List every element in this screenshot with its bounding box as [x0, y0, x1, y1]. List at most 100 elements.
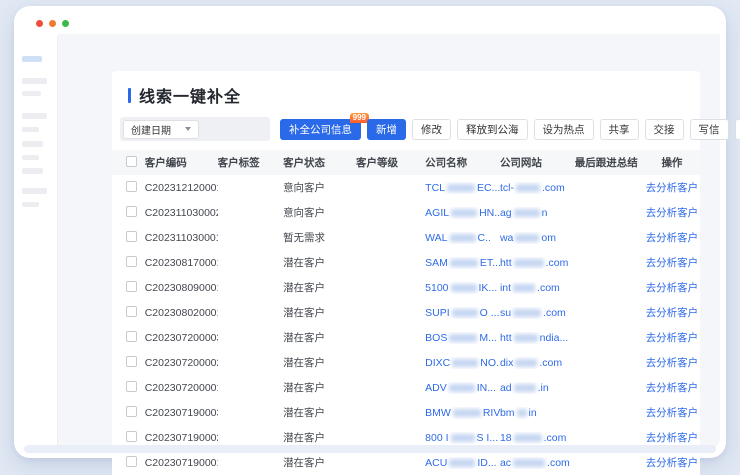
toolbar-button-set-hotspot[interactable]: 设为热点: [534, 119, 594, 140]
analyze-customer-link[interactable]: 去分析客户: [646, 282, 699, 294]
company-website-link[interactable]: ad.in: [500, 382, 549, 394]
row-checkbox[interactable]: [126, 356, 137, 367]
company-name-link[interactable]: AGILHN...: [425, 207, 500, 219]
company-website-link[interactable]: 18.com: [500, 432, 566, 444]
toolbar-button-handover[interactable]: 交接: [645, 119, 684, 140]
company-website-link[interactable]: dix.com: [500, 357, 562, 369]
row-checkbox[interactable]: [126, 406, 137, 417]
company-name-link[interactable]: TCLEC...: [425, 182, 500, 194]
company-name-link[interactable]: ADVIN...: [425, 382, 496, 394]
company-website-link[interactable]: bmin: [500, 407, 537, 419]
row-checkbox-cell: [126, 231, 145, 245]
sidebar-item[interactable]: [22, 113, 47, 119]
row-checkbox[interactable]: [126, 331, 137, 342]
company-website-cell: ac.com: [500, 457, 575, 469]
main-content-area: 线索一键补全 创建日期 补全公司信息999新增修改释放到公海设为热点共享交接写信…: [58, 34, 720, 450]
toolbar-button-complete-company-info[interactable]: 补全公司信息999: [280, 119, 361, 140]
company-website-link[interactable]: httndia...: [500, 332, 568, 344]
create-date-dropdown[interactable]: 创建日期: [123, 120, 199, 139]
sidebar-item[interactable]: [22, 78, 47, 84]
row-checkbox[interactable]: [126, 431, 137, 442]
analyze-customer-link[interactable]: 去分析客户: [646, 207, 699, 219]
company-website-link[interactable]: htt.com: [500, 257, 568, 269]
company-website-link[interactable]: su.com: [500, 307, 566, 319]
row-checkbox[interactable]: [126, 281, 137, 292]
company-name-link[interactable]: WALC..: [425, 232, 491, 244]
sidebar-item-active[interactable]: [22, 56, 42, 62]
redacted-text-prefix: int: [500, 282, 511, 294]
row-checkbox[interactable]: [126, 381, 137, 392]
row-checkbox[interactable]: [126, 256, 137, 267]
toolbar-button-release-to-public-sea[interactable]: 释放到公海: [457, 119, 528, 140]
toolbar-button-change-status[interactable]: 修改状态: [735, 119, 740, 140]
company-website-link[interactable]: int.com: [500, 282, 560, 294]
redacted-blur: [453, 409, 481, 417]
company-website-link[interactable]: waom: [500, 232, 556, 244]
redacted-text-prefix: SAM: [425, 257, 448, 269]
company-name-link[interactable]: BOSM...: [425, 332, 497, 344]
toolbar-buttons: 补全公司信息999新增修改释放到公海设为热点共享交接写信修改状态删除更多...: [280, 119, 740, 140]
row-checkbox[interactable]: [126, 231, 137, 242]
company-name-link[interactable]: 800 IS I...: [425, 432, 498, 444]
row-checkbox[interactable]: [126, 206, 137, 217]
toolbar-button-write-letter[interactable]: 写信: [690, 119, 729, 140]
company-name-link[interactable]: SAM ET...: [425, 257, 500, 269]
analyze-customer-link[interactable]: 去分析客户: [646, 357, 699, 369]
customer-status-cell: 潜在客户: [283, 255, 356, 270]
company-name-link[interactable]: SUPIO ...: [425, 307, 499, 319]
action-cell: 去分析客户: [644, 380, 700, 395]
sidebar-item[interactable]: [22, 127, 39, 132]
redacted-text-suffix: ET...: [480, 257, 500, 269]
analyze-customer-link[interactable]: 去分析客户: [646, 457, 699, 469]
analyze-customer-link[interactable]: 去分析客户: [646, 432, 699, 444]
redacted-blur: [514, 434, 542, 442]
close-window-dot-icon[interactable]: [36, 20, 43, 27]
sidebar-skeleton: [22, 56, 58, 207]
sidebar-item[interactable]: [22, 168, 43, 174]
analyze-customer-link[interactable]: 去分析客户: [646, 382, 699, 394]
company-website-link[interactable]: agn: [500, 207, 548, 219]
select-all-checkbox[interactable]: [126, 156, 137, 167]
sidebar-item[interactable]: [22, 91, 41, 96]
company-name-link[interactable]: ACUID...: [425, 457, 496, 469]
analyze-customer-link[interactable]: 去分析客户: [646, 182, 699, 194]
row-checkbox[interactable]: [126, 306, 137, 317]
sidebar-item[interactable]: [22, 141, 43, 147]
maximize-window-dot-icon[interactable]: [62, 20, 69, 27]
row-checkbox[interactable]: [126, 181, 137, 192]
redacted-text-suffix: n: [542, 207, 548, 219]
analyze-customer-link[interactable]: 去分析客户: [646, 307, 699, 319]
customer-code-cell: C202308170001: [145, 257, 218, 269]
toolbar-button-add[interactable]: 新增: [367, 119, 406, 140]
sidebar-item[interactable]: [22, 188, 47, 194]
toolbar-button-edit[interactable]: 修改: [412, 119, 451, 140]
table-header-row: 客户编码客户标签客户状态客户等级公司名称公司网站最后跟进总结操作: [112, 150, 700, 175]
title-accent-bar: [128, 88, 131, 103]
content-card: 线索一键补全 创建日期 补全公司信息999新增修改释放到公海设为热点共享交接写信…: [112, 71, 700, 475]
redacted-blur: [514, 334, 538, 342]
company-website-link[interactable]: ac.com: [500, 457, 570, 469]
company-name-link[interactable]: DIXCNO...: [425, 357, 500, 369]
company-name-link[interactable]: BMWRIV...: [425, 407, 500, 419]
analyze-customer-link[interactable]: 去分析客户: [646, 332, 699, 344]
row-checkbox-cell: [126, 181, 145, 195]
analyze-customer-link[interactable]: 去分析客户: [646, 407, 699, 419]
sidebar-item[interactable]: [22, 202, 39, 207]
minimize-window-dot-icon[interactable]: [49, 20, 56, 27]
analyze-customer-link[interactable]: 去分析客户: [646, 257, 699, 269]
toolbar-button-share[interactable]: 共享: [600, 119, 639, 140]
row-checkbox-cell: [126, 431, 145, 445]
customer-code-cell: C202307190003: [145, 407, 218, 419]
sidebar-item[interactable]: [22, 155, 39, 160]
redacted-blur: [447, 184, 475, 192]
redacted-blur: [514, 259, 544, 267]
customer-status-cell: 潜在客户: [283, 355, 356, 370]
customer-status-cell: 潜在客户: [283, 405, 356, 420]
action-cell: 去分析客户: [644, 430, 700, 445]
customer-code-cell: C202307200003: [145, 332, 218, 344]
company-website-link[interactable]: tcl-.com: [500, 182, 565, 194]
analyze-customer-link[interactable]: 去分析客户: [646, 232, 699, 244]
row-checkbox-cell: [126, 456, 145, 470]
bottom-strip: [24, 445, 716, 453]
company-name-link[interactable]: 5100IK...: [425, 282, 497, 294]
